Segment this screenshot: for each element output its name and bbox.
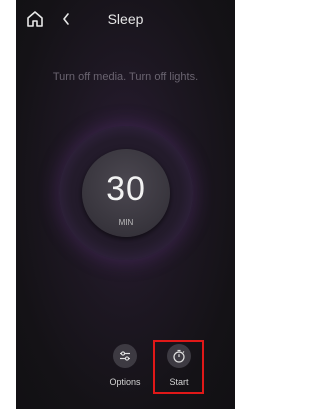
page-title: Sleep (107, 11, 144, 27)
sliders-icon (120, 351, 130, 361)
hint-text: Turn off media. Turn off lights. (52, 71, 199, 83)
sleep-screen: Sleep Turn off media. Turn off lights. 3… (16, 0, 235, 409)
start-icon-bg (167, 344, 191, 368)
timer-unit: MIN (118, 218, 134, 227)
timer-icon (173, 349, 185, 363)
options-icon-bg (113, 344, 137, 368)
start-label: Start (169, 377, 189, 387)
options-label: Options (109, 377, 141, 387)
timer-value: 30 (106, 170, 146, 208)
